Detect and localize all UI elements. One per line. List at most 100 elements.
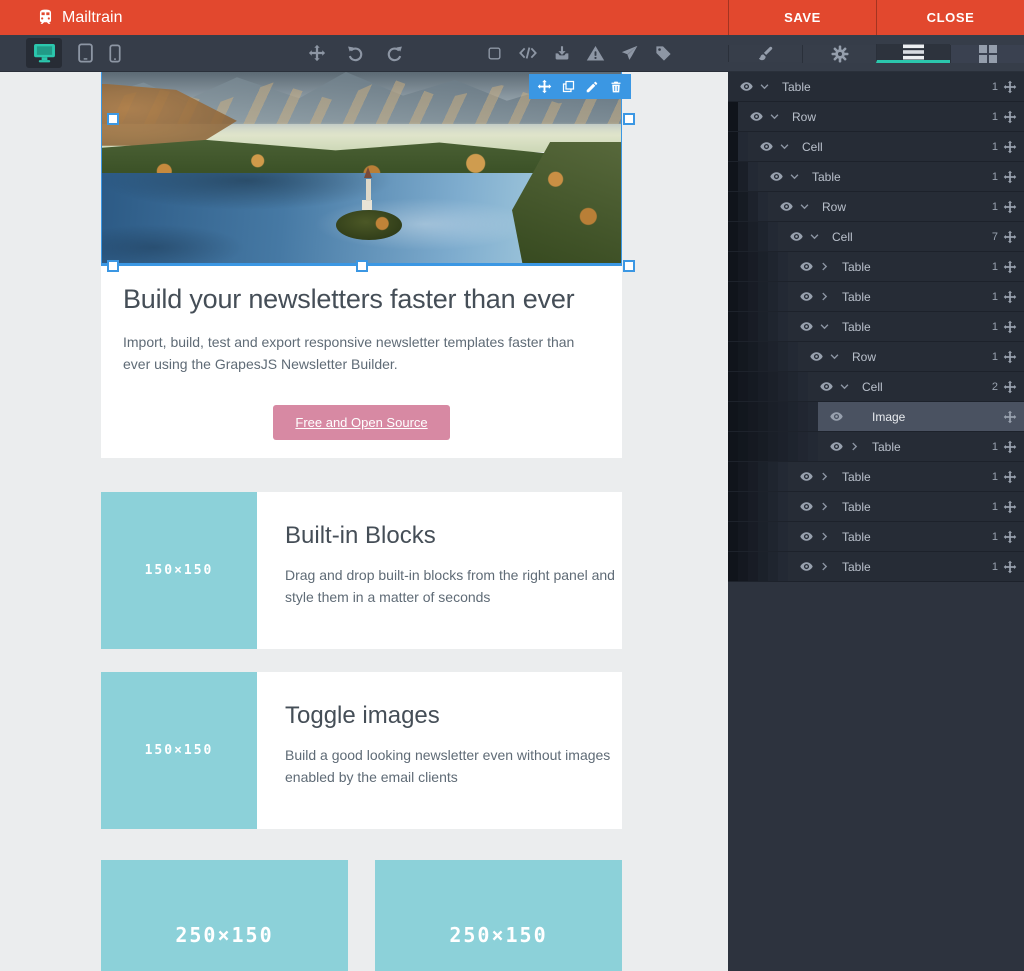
visibility-eye-icon[interactable] <box>828 439 844 455</box>
image-placeholder-150[interactable]: 150×150 <box>101 492 257 649</box>
visibility-eye-icon[interactable] <box>798 499 814 515</box>
feature-title[interactable]: Built-in Blocks <box>285 522 622 550</box>
layer-drag-handle-icon[interactable] <box>998 80 1024 94</box>
chevron-down-icon[interactable] <box>794 199 814 215</box>
layer-drag-handle-icon[interactable] <box>998 350 1024 364</box>
layer-row-cell[interactable]: Cell1 <box>728 132 1024 162</box>
chevron-down-icon[interactable] <box>784 169 804 185</box>
visibility-eye-icon[interactable] <box>798 469 814 485</box>
layer-row-image[interactable]: Image <box>728 402 1024 432</box>
layer-row-cell[interactable]: Cell2 <box>728 372 1024 402</box>
tab-blocks[interactable] <box>950 45 1024 63</box>
visibility-eye-icon[interactable] <box>798 529 814 545</box>
chevron-down-icon[interactable] <box>754 79 774 95</box>
layer-drag-handle-icon[interactable] <box>998 170 1024 184</box>
save-button[interactable]: SAVE <box>728 0 876 35</box>
visibility-eye-icon[interactable] <box>758 139 774 155</box>
feature-section[interactable]: 150×150 Built-in Blocks Drag and drop bu… <box>101 492 622 649</box>
cta-button[interactable]: Free and Open Source <box>273 405 449 440</box>
view-code-icon[interactable] <box>518 43 538 63</box>
close-button[interactable]: CLOSE <box>876 0 1024 35</box>
hero-paragraph[interactable]: Import, build, test and export responsiv… <box>123 331 600 375</box>
layer-drag-handle-icon[interactable] <box>998 260 1024 274</box>
visibility-eye-icon[interactable] <box>818 379 834 395</box>
layer-drag-handle-icon[interactable] <box>998 470 1024 484</box>
chevron-right-icon[interactable] <box>814 559 834 575</box>
resize-handle-bottom-left[interactable] <box>107 260 119 272</box>
layer-row-cell[interactable]: Cell7 <box>728 222 1024 252</box>
visibility-eye-icon[interactable] <box>738 79 754 95</box>
layer-row-row[interactable]: Row1 <box>728 102 1024 132</box>
chevron-down-icon[interactable] <box>824 349 844 365</box>
resize-handle-bottom-right[interactable] <box>623 260 635 272</box>
tab-layers[interactable] <box>876 44 950 63</box>
layer-drag-handle-icon[interactable] <box>998 410 1024 424</box>
tab-settings[interactable] <box>802 45 876 63</box>
layer-row-table[interactable]: Table1 <box>728 432 1024 462</box>
resize-handle-left[interactable] <box>107 113 119 125</box>
chevron-right-icon[interactable] <box>814 469 834 485</box>
chevron-down-icon[interactable] <box>804 229 824 245</box>
layer-row-table[interactable]: Table1 <box>728 162 1024 192</box>
hero-heading[interactable]: Build your newsletters faster than ever <box>123 284 600 315</box>
tags-icon[interactable] <box>654 44 673 63</box>
layer-drag-handle-icon[interactable] <box>998 560 1024 574</box>
visibility-eye-icon[interactable] <box>748 109 764 125</box>
layer-drag-handle-icon[interactable] <box>998 110 1024 124</box>
feature-title[interactable]: Toggle images <box>285 702 622 730</box>
copy-icon[interactable] <box>559 78 577 96</box>
visibility-eye-icon[interactable] <box>798 559 814 575</box>
layer-row-table[interactable]: Table1 <box>728 522 1024 552</box>
chevron-right-icon[interactable] <box>844 439 864 455</box>
visibility-eye-icon[interactable] <box>768 169 784 185</box>
send-test-icon[interactable] <box>620 44 639 63</box>
chevron-right-icon[interactable] <box>814 289 834 305</box>
layer-drag-handle-icon[interactable] <box>998 530 1024 544</box>
layer-row-table[interactable]: Table1 <box>728 492 1024 522</box>
selected-hero-image[interactable] <box>101 72 622 266</box>
warning-icon[interactable] <box>586 44 605 63</box>
layer-row-table[interactable]: Table1 <box>728 462 1024 492</box>
hero-text-block[interactable]: Build your newsletters faster than ever … <box>101 266 622 458</box>
visibility-eye-icon[interactable] <box>828 409 844 425</box>
layer-drag-handle-icon[interactable] <box>998 500 1024 514</box>
edit-pencil-icon[interactable] <box>583 78 601 96</box>
layer-row-table[interactable]: Table1 <box>728 282 1024 312</box>
layer-row-row[interactable]: Row1 <box>728 192 1024 222</box>
chevron-down-icon[interactable] <box>774 139 794 155</box>
layer-drag-handle-icon[interactable] <box>998 290 1024 304</box>
layer-drag-handle-icon[interactable] <box>998 230 1024 244</box>
resize-handle-right[interactable] <box>623 113 635 125</box>
feature-section[interactable]: 150×150 Toggle images Build a good looki… <box>101 672 622 829</box>
layer-drag-handle-icon[interactable] <box>998 200 1024 214</box>
device-mobile-icon[interactable] <box>109 44 121 63</box>
layer-drag-handle-icon[interactable] <box>998 440 1024 454</box>
image-placeholder-250[interactable]: 250×150 <box>101 860 348 971</box>
move-component-icon[interactable] <box>308 44 326 62</box>
layer-row-table[interactable]: Table1 <box>728 72 1024 102</box>
chevron-right-icon[interactable] <box>814 259 834 275</box>
layer-drag-handle-icon[interactable] <box>998 320 1024 334</box>
layer-drag-handle-icon[interactable] <box>998 380 1024 394</box>
import-template-icon[interactable] <box>553 44 571 62</box>
image-placeholder-250[interactable]: 250×150 <box>375 860 622 971</box>
chevron-down-icon[interactable] <box>764 109 784 125</box>
chevron-down-icon[interactable] <box>834 379 854 395</box>
chevron-right-icon[interactable] <box>814 499 834 515</box>
drag-move-icon[interactable] <box>535 78 553 96</box>
visibility-eye-icon[interactable] <box>788 229 804 245</box>
device-tablet-icon[interactable] <box>77 43 94 63</box>
layer-row-row[interactable]: Row1 <box>728 342 1024 372</box>
delete-trash-icon[interactable] <box>607 78 625 96</box>
visibility-eye-icon[interactable] <box>798 319 814 335</box>
chevron-down-icon[interactable] <box>814 319 834 335</box>
resize-handle-bottom-center[interactable] <box>356 260 368 272</box>
tab-style-manager[interactable] <box>728 45 802 62</box>
layer-row-table[interactable]: Table1 <box>728 312 1024 342</box>
redo-icon[interactable] <box>385 44 404 63</box>
visibility-eye-icon[interactable] <box>808 349 824 365</box>
feature-text[interactable]: Drag and drop built-in blocks from the r… <box>285 564 622 608</box>
chevron-right-icon[interactable] <box>814 529 834 545</box>
device-desktop-icon[interactable] <box>26 38 62 68</box>
visibility-eye-icon[interactable] <box>798 259 814 275</box>
